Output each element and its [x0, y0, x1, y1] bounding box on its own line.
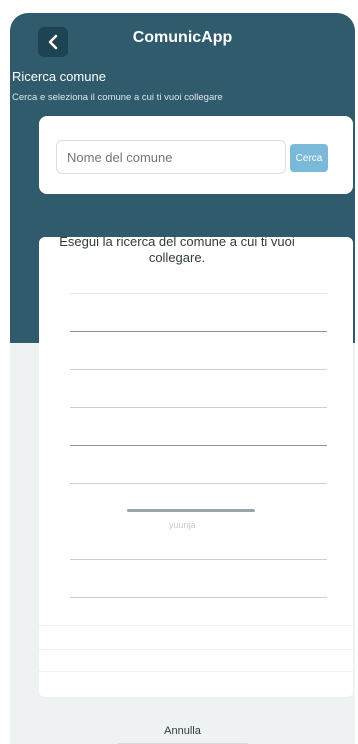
picker-divider — [70, 559, 327, 560]
picker-divider — [70, 293, 327, 294]
picker-ghost-text: yuunja — [169, 520, 196, 530]
section-title: Ricerca comune — [12, 69, 106, 84]
picker-divider — [70, 597, 327, 598]
picker-divider — [70, 331, 327, 332]
picker-divider — [39, 625, 353, 626]
app-title: ComunicApp — [132, 29, 233, 46]
results-picker-sheet[interactable]: yuunja — [39, 237, 353, 697]
search-card: Cerca — [39, 116, 353, 194]
search-button[interactable]: Cerca — [290, 144, 328, 172]
picker-divider — [39, 671, 353, 672]
picker-divider — [39, 649, 353, 650]
picker-divider — [70, 483, 327, 484]
empty-search-message: Esegui la ricerca del comune a cui ti vu… — [59, 234, 295, 265]
phone-screen: ComunicApp Ricerca comune Cerca e selezi… — [10, 13, 355, 744]
municipality-search-input[interactable] — [56, 140, 286, 174]
picker-divider — [70, 369, 327, 370]
cancel-button[interactable]: Annulla — [10, 725, 355, 737]
picker-divider — [70, 445, 327, 446]
picker-divider — [70, 407, 327, 408]
section-subtitle: Cerca e seleziona il comune a cui ti vuo… — [12, 92, 223, 103]
drag-handle[interactable] — [127, 509, 255, 512]
